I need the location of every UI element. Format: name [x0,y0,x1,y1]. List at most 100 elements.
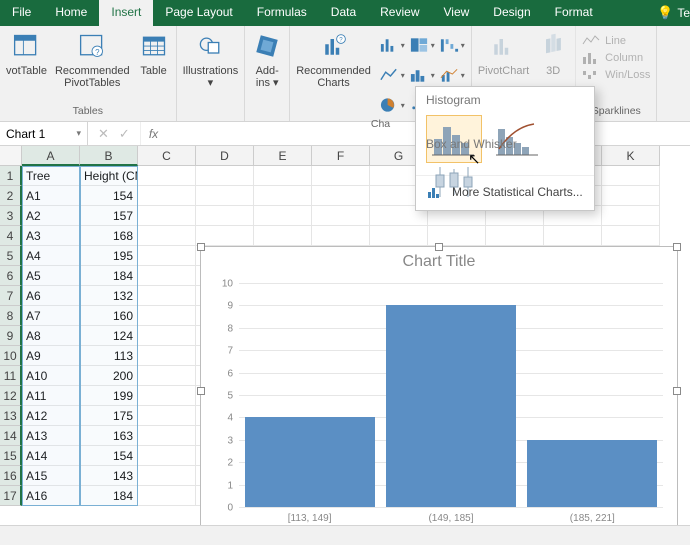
cell[interactable]: 195 [80,246,138,266]
sparkline-winloss-button[interactable]: Win/Loss [582,68,650,82]
combo-chart-button[interactable]: ▾ [439,62,465,88]
recommended-pivot-button[interactable]: ? Recommended PivotTables [55,30,130,89]
cell[interactable] [138,446,196,466]
resize-handle-w[interactable] [197,387,205,395]
statistical-chart-button[interactable]: ▾ [409,62,435,88]
cell[interactable] [196,186,254,206]
chart-bar[interactable] [527,440,657,507]
cell[interactable]: A6 [22,286,80,306]
cell[interactable]: 168 [80,226,138,246]
cell[interactable] [602,186,660,206]
tab-view[interactable]: View [432,0,482,26]
check-icon[interactable]: ✓ [119,126,130,142]
cell[interactable] [312,226,370,246]
cell[interactable]: A8 [22,326,80,346]
pivot-table-button[interactable]: votTable [6,30,47,77]
cell[interactable] [138,186,196,206]
cell[interactable] [138,346,196,366]
chart-plot-area[interactable]: 012345678910[113, 149](149, 185](185, 22… [239,283,663,507]
cell[interactable] [544,226,602,246]
row-header[interactable]: 5 [0,246,22,266]
cell[interactable]: 160 [80,306,138,326]
cell[interactable]: A9 [22,346,80,366]
3d-map-button[interactable]: 3D [537,30,569,77]
column-header-A[interactable]: A [22,146,80,166]
cell[interactable] [312,166,370,186]
row-header[interactable]: 3 [0,206,22,226]
cell[interactable]: 157 [80,206,138,226]
name-box[interactable]: Chart 1▾ [0,122,88,145]
pivotchart-button[interactable]: PivotChart [478,30,529,77]
cell[interactable] [254,166,312,186]
recommended-charts-button[interactable]: ? Recommended Charts [296,30,371,89]
row-header[interactable]: 2 [0,186,22,206]
cell[interactable]: A3 [22,226,80,246]
resize-handle-ne[interactable] [673,243,681,251]
resize-handle-nw[interactable] [197,243,205,251]
cell[interactable]: 154 [80,186,138,206]
chart-bar[interactable] [386,305,516,507]
pie-chart-button[interactable]: ▾ [379,92,405,118]
cell[interactable]: A4 [22,246,80,266]
cell[interactable] [370,226,428,246]
row-header[interactable]: 14 [0,426,22,446]
cell[interactable] [138,286,196,306]
cell[interactable]: A2 [22,206,80,226]
cell[interactable] [138,206,196,226]
cell[interactable]: 163 [80,426,138,446]
cell[interactable]: A7 [22,306,80,326]
cell[interactable]: 143 [80,466,138,486]
cell[interactable]: A5 [22,266,80,286]
tab-design[interactable]: Design [481,0,542,26]
tab-formulas[interactable]: Formulas [245,0,319,26]
select-all-corner[interactable] [0,146,22,166]
column-chart-button[interactable]: ▾ [379,32,405,58]
cell[interactable] [312,186,370,206]
cell[interactable] [254,186,312,206]
cell[interactable]: 200 [80,366,138,386]
cell[interactable]: A10 [22,366,80,386]
sparkline-line-button[interactable]: Line [582,34,650,48]
tell-me[interactable]: 💡Te [651,0,690,26]
column-header-K[interactable]: K [602,146,660,166]
cell[interactable] [138,166,196,186]
row-header[interactable]: 8 [0,306,22,326]
row-header[interactable]: 6 [0,266,22,286]
cell[interactable]: 175 [80,406,138,426]
cell[interactable]: A16 [22,486,80,506]
row-header[interactable]: 16 [0,466,22,486]
cell[interactable]: A13 [22,426,80,446]
column-header-E[interactable]: E [254,146,312,166]
cell[interactable] [138,366,196,386]
tab-file[interactable]: File [0,0,43,26]
resize-handle-n[interactable] [435,243,443,251]
cell[interactable]: A11 [22,386,80,406]
cell[interactable] [138,326,196,346]
cell[interactable] [254,226,312,246]
cell[interactable] [254,206,312,226]
cell[interactable] [602,226,660,246]
row-header[interactable]: 9 [0,326,22,346]
chart-bar[interactable] [245,417,375,507]
cell[interactable]: 113 [80,346,138,366]
row-header[interactable]: 7 [0,286,22,306]
column-header-B[interactable]: B [80,146,138,166]
tab-format[interactable]: Format [543,0,605,26]
row-header[interactable]: 17 [0,486,22,506]
cell[interactable]: A12 [22,406,80,426]
cell[interactable]: Height (CM) [80,166,138,186]
cell[interactable] [138,386,196,406]
addins-button[interactable]: Add- ins ▾ [251,30,283,89]
row-header[interactable]: 15 [0,446,22,466]
tab-insert[interactable]: Insert [99,0,153,26]
tab-page-layout[interactable]: Page Layout [153,0,244,26]
cell[interactable] [138,226,196,246]
hierarchy-chart-button[interactable]: ▾ [409,32,435,58]
tab-data[interactable]: Data [319,0,368,26]
cell[interactable]: 184 [80,266,138,286]
column-header-D[interactable]: D [196,146,254,166]
cell[interactable] [486,226,544,246]
cell[interactable] [138,266,196,286]
chart-object[interactable]: Chart Title 012345678910[113, 149](149, … [200,246,678,525]
tab-home[interactable]: Home [43,0,99,26]
